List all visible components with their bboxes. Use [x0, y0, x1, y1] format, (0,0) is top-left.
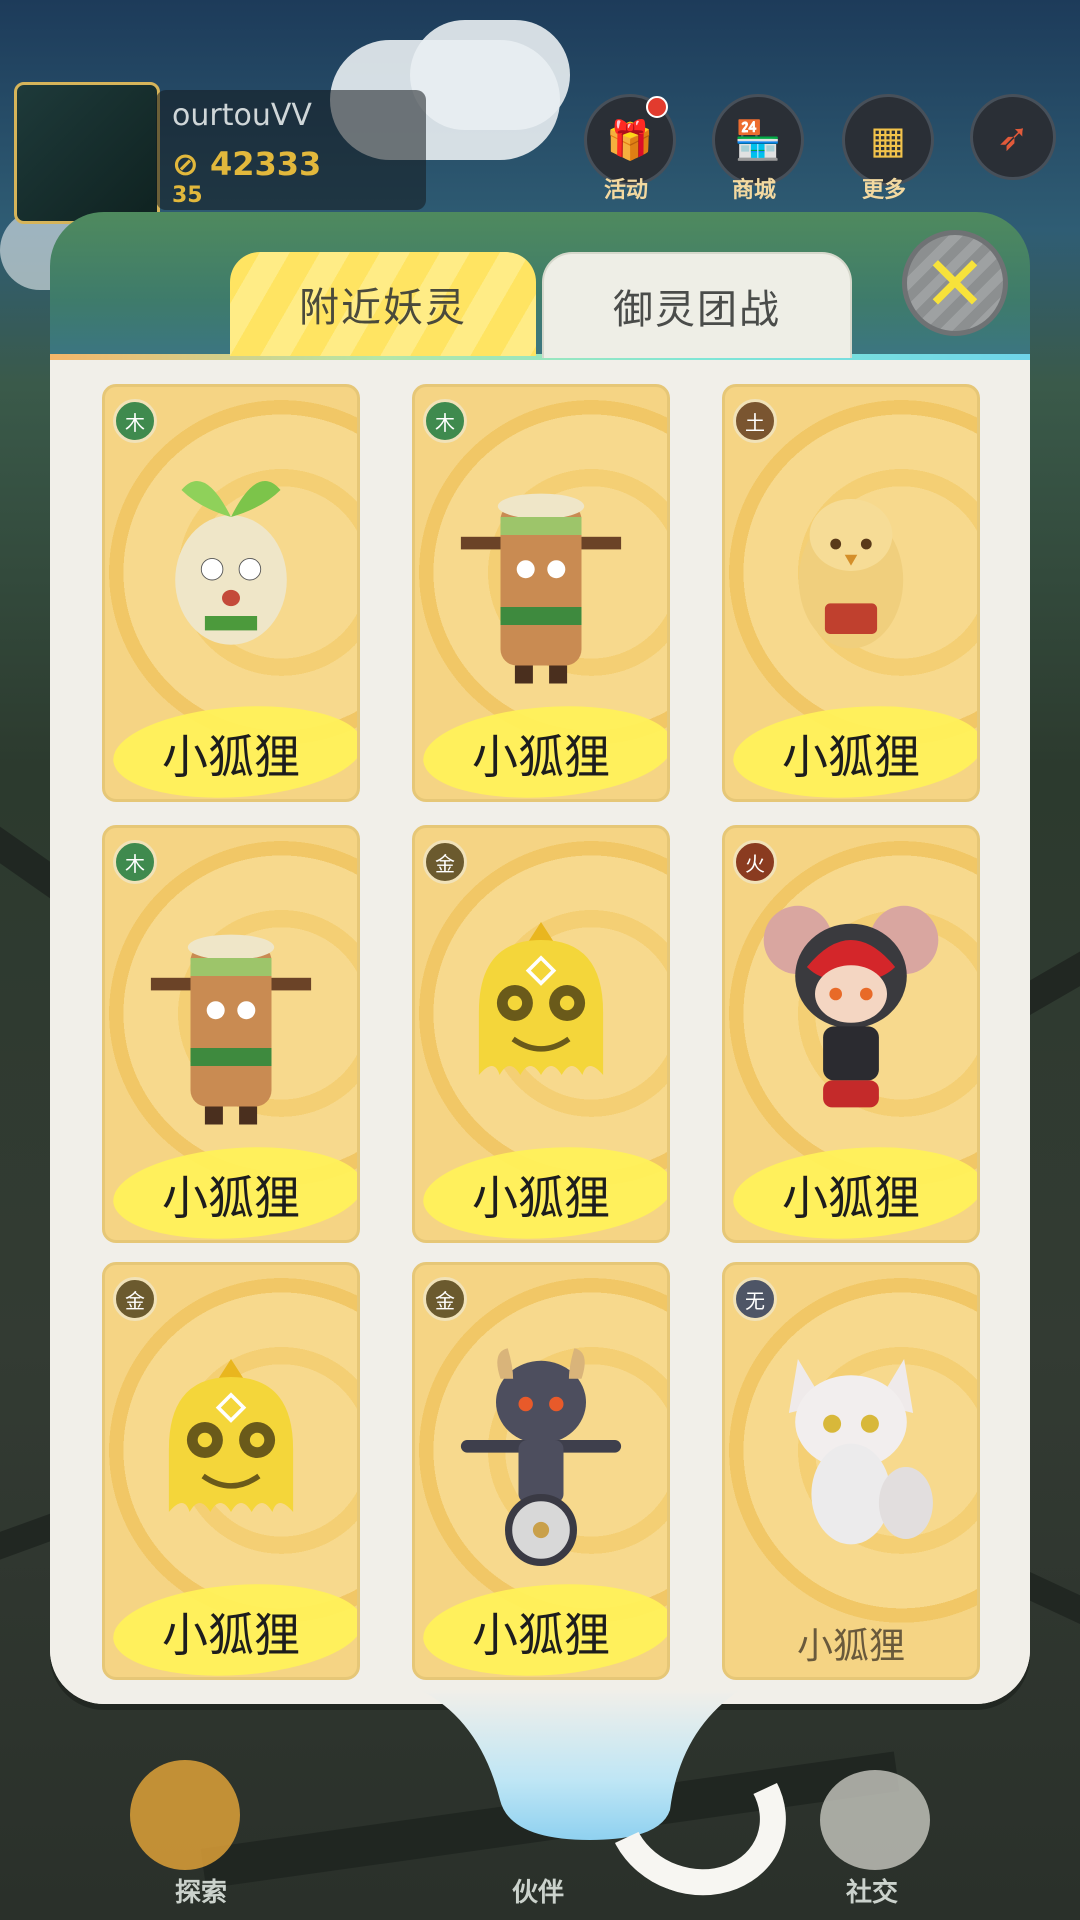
- spirit-name: 小狐狸: [472, 1608, 610, 1662]
- spirit-name: 小狐狸: [782, 1171, 920, 1225]
- spirit-name: 小狐狸: [472, 1171, 610, 1225]
- compass-icon: ➶: [997, 115, 1029, 159]
- red-ninja-mouse-creature: [725, 868, 977, 1138]
- spirit-name: 小狐狸: [162, 1171, 300, 1225]
- tree-stump-creature: [415, 427, 667, 697]
- more-button-label: 更多: [861, 178, 906, 203]
- social-icon: [820, 1770, 930, 1870]
- close-button[interactable]: ✕: [902, 230, 1008, 336]
- spirit-name: 小狐狸: [796, 1626, 905, 1667]
- spirit-name: 小狐狸: [472, 730, 610, 784]
- close-icon: ✕: [923, 238, 987, 328]
- notification-dot: [646, 96, 668, 118]
- spirit-card[interactable]: 无小狐狸: [722, 1262, 980, 1680]
- spirit-card[interactable]: 金小狐狸: [102, 1262, 360, 1680]
- grid-icon: ▦: [870, 118, 906, 162]
- gift-icon: 🎁: [606, 117, 654, 162]
- map-pin-icon: [130, 1760, 240, 1870]
- spirit-card[interactable]: 火小狐狸: [722, 825, 980, 1243]
- shop-button-label: 商城: [731, 178, 776, 203]
- yellow-bird-creature: [725, 427, 977, 697]
- player-avatar[interactable]: [14, 82, 160, 224]
- spirit-name: 小狐狸: [162, 730, 300, 784]
- spirit-card[interactable]: 金小狐狸: [412, 825, 670, 1243]
- spirit-card[interactable]: 土小狐狸: [722, 384, 980, 802]
- spirit-card[interactable]: 木小狐狸: [102, 825, 360, 1243]
- activity-button-label: 活动: [603, 178, 648, 203]
- spirit-name: 小狐狸: [782, 730, 920, 784]
- tab-nearby-spirits[interactable]: 附近妖灵: [230, 252, 536, 356]
- spirit-name: 小狐狸: [162, 1608, 300, 1662]
- tab-team-battle[interactable]: 御灵团战: [542, 252, 852, 358]
- spirit-card[interactable]: 木小狐狸: [412, 384, 670, 802]
- wheel-demon-creature: [415, 1305, 667, 1575]
- sprout-creature: [105, 427, 357, 697]
- white-fox-creature: [725, 1305, 977, 1575]
- gold-ghost-creature: [415, 868, 667, 1138]
- panel-divider: [50, 354, 1030, 360]
- nav-social[interactable]: 社交: [846, 1872, 898, 1909]
- player-name: ourtouVV: [172, 98, 312, 133]
- spirit-card[interactable]: 金小狐狸: [412, 1262, 670, 1680]
- player-level: 35: [172, 183, 203, 208]
- tree-stump-creature: [105, 868, 357, 1138]
- spirit-card[interactable]: 木小狐狸: [102, 384, 360, 802]
- shop-icon: 🏪: [734, 117, 782, 162]
- coin-count: ⊘ 42333: [172, 145, 322, 183]
- compass-button[interactable]: ➶: [970, 94, 1056, 180]
- nav-partner[interactable]: 伙伴: [512, 1872, 564, 1909]
- coin-value: 42333: [209, 145, 322, 183]
- gold-ghost-creature: [105, 1305, 357, 1575]
- nav-explore[interactable]: 探索: [175, 1872, 227, 1909]
